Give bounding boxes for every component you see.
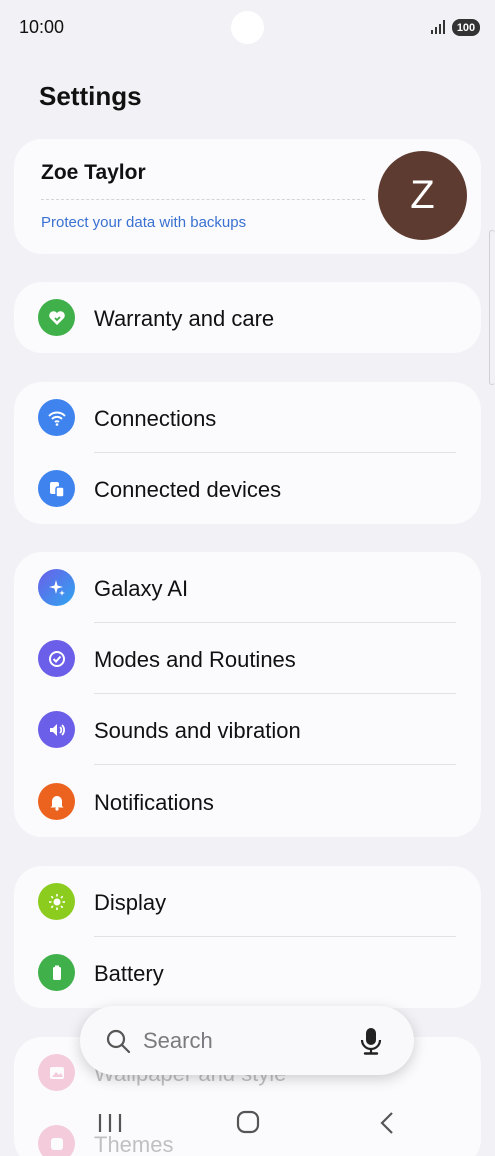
settings-item-label: Battery bbox=[94, 961, 164, 986]
settings-item-sounds[interactable]: Sounds and vibration bbox=[14, 694, 481, 765]
avatar-letter: Z bbox=[410, 173, 435, 217]
account-card[interactable]: Zoe Taylor Protect your data with backup… bbox=[14, 139, 481, 254]
search-bar[interactable]: Search bbox=[80, 1006, 414, 1075]
wifi-icon bbox=[38, 399, 75, 436]
signal-icon bbox=[431, 20, 445, 34]
bell-icon bbox=[38, 783, 75, 820]
row-divider bbox=[94, 764, 456, 765]
battery-icon: 100 bbox=[452, 19, 480, 36]
recent-apps-icon[interactable] bbox=[95, 1109, 125, 1137]
routine-check-icon bbox=[38, 640, 75, 677]
home-icon[interactable] bbox=[233, 1109, 263, 1137]
devices-icon bbox=[38, 470, 75, 507]
status-time: 10:00 bbox=[19, 17, 65, 37]
settings-item-label: Connections bbox=[94, 406, 217, 431]
battery-level: 100 bbox=[456, 21, 476, 34]
connections-card: Connections Connected devices bbox=[14, 382, 481, 524]
heart-icon bbox=[38, 299, 75, 336]
settings-item-battery[interactable]: Battery bbox=[14, 937, 481, 1008]
account-name: Zoe Taylor bbox=[41, 161, 146, 184]
settings-item-label: Galaxy AI bbox=[94, 576, 189, 601]
settings-item-label: Modes and Routines bbox=[94, 647, 296, 672]
search-icon bbox=[106, 1029, 131, 1054]
display-card: Display Battery bbox=[14, 866, 481, 1008]
status-bar: 10:00 100 bbox=[0, 0, 495, 56]
sun-icon bbox=[38, 883, 75, 920]
settings-item-connections[interactable]: Connections bbox=[14, 382, 481, 453]
avatar[interactable]: Z bbox=[378, 151, 467, 240]
settings-item-label: Notifications bbox=[94, 790, 214, 815]
search-input[interactable]: Search bbox=[143, 1028, 213, 1054]
image-icon bbox=[38, 1054, 75, 1091]
settings-item-warranty[interactable]: Warranty and care bbox=[14, 282, 481, 353]
sparkle-icon bbox=[38, 569, 75, 606]
warranty-card: Warranty and care bbox=[14, 282, 481, 353]
settings-item-display[interactable]: Display bbox=[14, 866, 481, 937]
settings-item-label: Display bbox=[94, 890, 167, 915]
settings-item-label: Warranty and care bbox=[94, 306, 275, 331]
camera-cutout bbox=[231, 11, 264, 44]
battery-icon bbox=[38, 954, 75, 991]
settings-item-modes-routines[interactable]: Modes and Routines bbox=[14, 623, 481, 694]
back-icon[interactable] bbox=[372, 1109, 402, 1137]
speaker-icon bbox=[38, 711, 75, 748]
settings-item-notifications[interactable]: Notifications bbox=[14, 766, 481, 837]
settings-item-label: Connected devices bbox=[94, 477, 282, 502]
scroll-indicator[interactable] bbox=[489, 230, 495, 385]
settings-item-label: Sounds and vibration bbox=[94, 718, 301, 743]
page-title: Settings bbox=[39, 81, 142, 111]
features-card: Galaxy AI Modes and Routines Sounds and … bbox=[14, 552, 481, 837]
settings-item-galaxy-ai[interactable]: Galaxy AI bbox=[14, 552, 481, 623]
mic-icon[interactable] bbox=[358, 1026, 384, 1056]
account-backup-link[interactable]: Protect your data with backups bbox=[41, 214, 246, 231]
navigation-bar bbox=[0, 1095, 495, 1150]
account-divider bbox=[41, 199, 365, 200]
settings-item-connected-devices[interactable]: Connected devices bbox=[14, 453, 481, 524]
